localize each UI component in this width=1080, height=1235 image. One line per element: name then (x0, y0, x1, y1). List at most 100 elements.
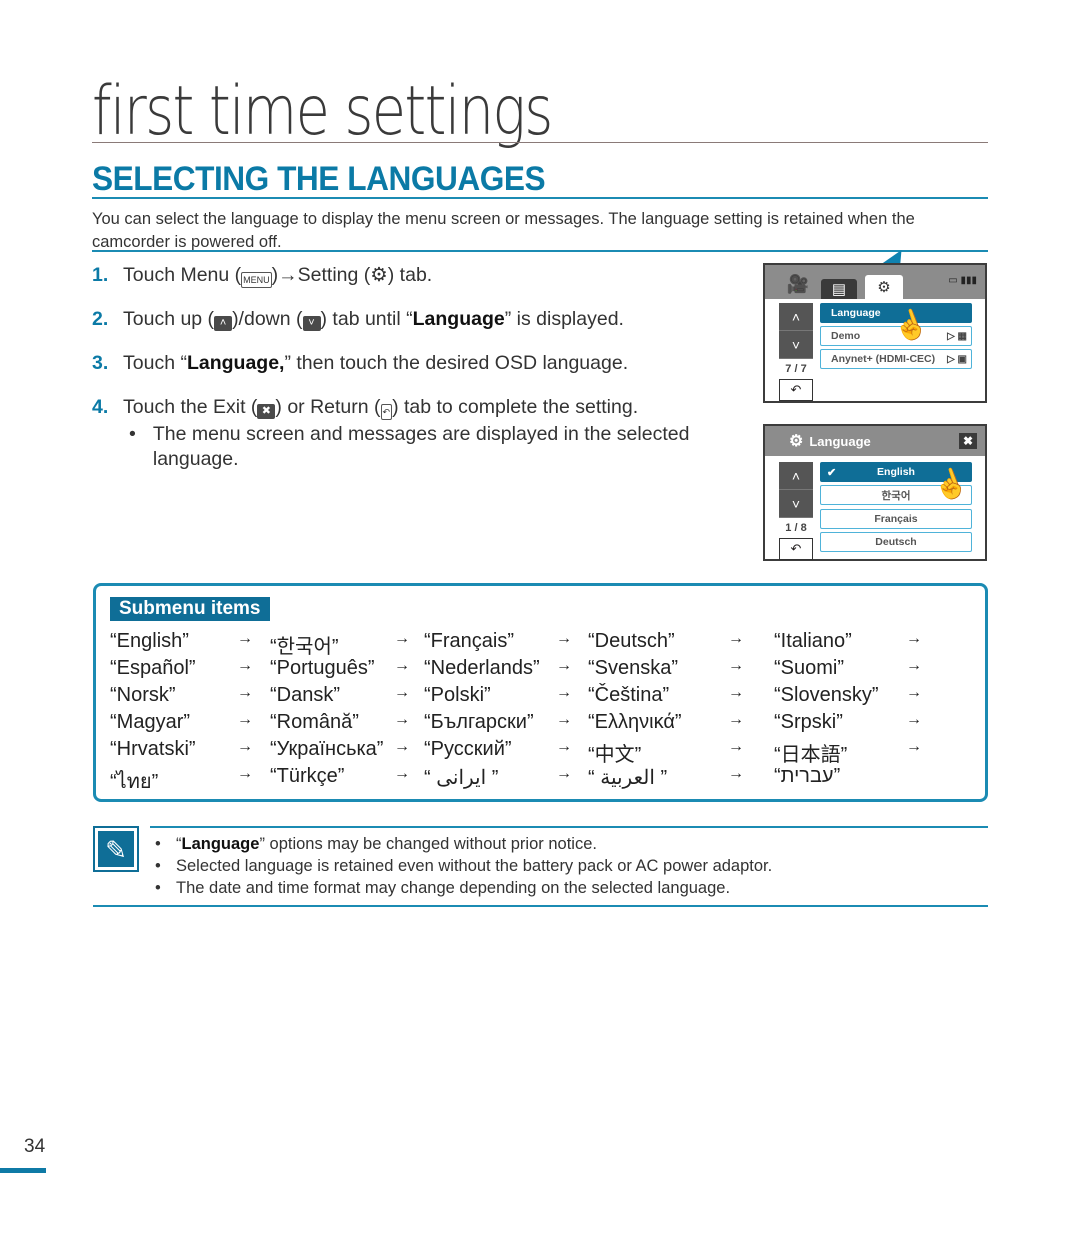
language-name: “Svenska” (588, 657, 679, 679)
close-button[interactable]: ✖ (959, 433, 977, 449)
screen-title-bar: ⚙ Language ✖ (765, 426, 985, 456)
submenu-label: Submenu items (110, 597, 271, 621)
language-option-french[interactable]: Français (820, 509, 972, 529)
arrow-right-icon: → (394, 711, 410, 728)
language-name: “Hrvatski” (110, 738, 196, 760)
camera-tab-icon[interactable]: 🎥 (779, 271, 817, 297)
gear-icon: ⚙ (370, 264, 388, 286)
arrow-right-icon: → (728, 765, 744, 782)
arrow-right-icon: → (728, 738, 744, 755)
language-name: “Українська” (270, 738, 384, 760)
arrow-right-icon: → (556, 711, 572, 728)
language-name: “Srpski” (774, 711, 843, 733)
step-number: 3. (92, 352, 109, 374)
step-text: Touch “Language,” then touch the desired… (123, 352, 629, 374)
settings-tab-icon[interactable]: ⚙ (865, 275, 903, 299)
arrow-right-icon: → (394, 738, 410, 755)
scroll-down-button[interactable]: ˅ (779, 490, 813, 518)
arrow-right-icon: → (728, 711, 744, 728)
note-item: • The date and time format may change dep… (155, 879, 731, 897)
language-name: “Русский” (424, 738, 512, 760)
screen-nav: ˄ ˅ 7 / 7 ↶ (779, 303, 813, 401)
intro-text: You can select the language to display t… (92, 210, 915, 251)
page-marker (0, 1168, 46, 1173)
step-number: 4. (92, 396, 109, 418)
scroll-down-button[interactable]: ˅ (779, 331, 813, 359)
language-name: “Български” (424, 711, 534, 733)
step-2: 2. Touch up (˄)/down (˅) tab until “Lang… (92, 306, 752, 350)
menu-icon: MENU (241, 272, 272, 288)
arrow-right-icon: → (237, 711, 253, 728)
arrow-right-icon: → (906, 657, 922, 674)
section-title: SELECTING THE LANGUAGES (92, 160, 546, 198)
language-name: “Nederlands” (424, 657, 540, 679)
page-number: 34 (24, 1136, 46, 1157)
scroll-up-button[interactable]: ˄ (779, 303, 813, 331)
note-divider-bottom (93, 905, 988, 907)
playback-tab-icon[interactable]: ▤ (821, 279, 857, 299)
language-name: “中文” (588, 744, 642, 766)
return-icon: ↶ (380, 404, 393, 420)
step-bullet: • The menu screen and messages are displ… (123, 422, 752, 472)
arrow-right-icon: → (394, 657, 410, 674)
camcorder-screen-language: ⚙ Language ✖ ˄ ˅ 1 / 8 ↶ ✔ English 한국어 Fr… (763, 424, 987, 561)
arrow-right-icon: → (237, 684, 253, 701)
arrow-right-icon: → (728, 630, 744, 647)
check-icon: ✔ (827, 466, 837, 479)
language-name: “Español” (110, 657, 196, 679)
step-text: Touch up (˄)/down (˅) tab until “Languag… (123, 308, 624, 331)
arrow-right-icon: → (906, 684, 922, 701)
arrow-right-icon: → (556, 765, 572, 782)
language-name: “Polski” (424, 684, 491, 706)
arrow-right-icon: → (906, 711, 922, 728)
language-name: “Italiano” (774, 630, 852, 652)
bullet-icon: • (129, 423, 136, 445)
chevron-up-icon: ˄ (214, 316, 233, 331)
arrow-right-icon: → (237, 657, 253, 674)
step-3: 3. Touch “Language,” then touch the desi… (92, 350, 752, 394)
arrow-right-icon: → (728, 684, 744, 701)
step-1: 1. Touch Menu (MENU)→Setting (⚙) tab. (92, 262, 752, 306)
notes-list: • “Language” options may be changed witho… (155, 833, 772, 899)
battery-status-icon: ▭ ▮▮▮ (948, 275, 977, 286)
arrow-right-icon: → (394, 765, 410, 782)
step-text: Touch Menu (MENU)→Setting (⚙) tab. (123, 264, 433, 288)
note-divider-top (150, 826, 988, 828)
language-name: “Slovensky” (774, 684, 879, 706)
menu-item-anynet[interactable]: Anynet+ (HDMI-CEC) ▷ ▣ (820, 349, 972, 369)
step-number: 1. (92, 264, 109, 286)
steps-list: 1. Touch Menu (MENU)→Setting (⚙) tab. 2.… (92, 262, 752, 472)
arrow-right-icon: → (556, 630, 572, 647)
language-name: “Română” (270, 711, 359, 733)
language-name: “Português” (270, 657, 375, 679)
arrow-right-icon: → (394, 684, 410, 701)
arrow-right-icon: → (394, 630, 410, 647)
chapter-title: first time settings (92, 72, 553, 151)
chevron-down-icon: ˅ (302, 316, 321, 331)
scroll-up-button[interactable]: ˄ (779, 462, 813, 490)
arrow-right-icon: → (906, 738, 922, 755)
demo-icon: ▷ ▦ (947, 330, 967, 342)
screen-nav: ˄ ˅ 1 / 8 ↶ (779, 462, 813, 560)
arrow-right-icon: → (556, 684, 572, 701)
anynet-icon: ▷ ▣ (947, 353, 967, 365)
language-name: “ ایرانی ” (424, 767, 499, 789)
gear-icon: ⚙ (789, 433, 804, 450)
note-item: • Selected language is retained even with… (155, 857, 773, 875)
step-text: Touch the Exit (✖) or Return (↶) tab to … (123, 396, 639, 420)
chapter-divider (92, 142, 988, 143)
intro-divider (92, 250, 988, 252)
language-name: “한국어” (270, 636, 339, 658)
section-divider (92, 197, 988, 199)
step-number: 2. (92, 308, 109, 330)
language-name: “Türkçe” (270, 765, 345, 787)
return-button[interactable]: ↶ (779, 538, 813, 560)
screen-tab-bar: 🎥 ▤ ⚙ ▭ ▮▮▮ (765, 265, 985, 299)
language-name: “Deutsch” (588, 630, 675, 652)
return-button[interactable]: ↶ (779, 379, 813, 401)
language-name: “ไทย” (110, 771, 159, 793)
language-name: “Magyar” (110, 711, 191, 733)
page-indicator: 1 / 8 (785, 522, 807, 534)
language-option-german[interactable]: Deutsch (820, 532, 972, 552)
camcorder-screen-settings: 🎥 ▤ ⚙ ▭ ▮▮▮ ˄ ˅ 7 / 7 ↶ Language Demo ▷ ▦… (763, 263, 987, 403)
